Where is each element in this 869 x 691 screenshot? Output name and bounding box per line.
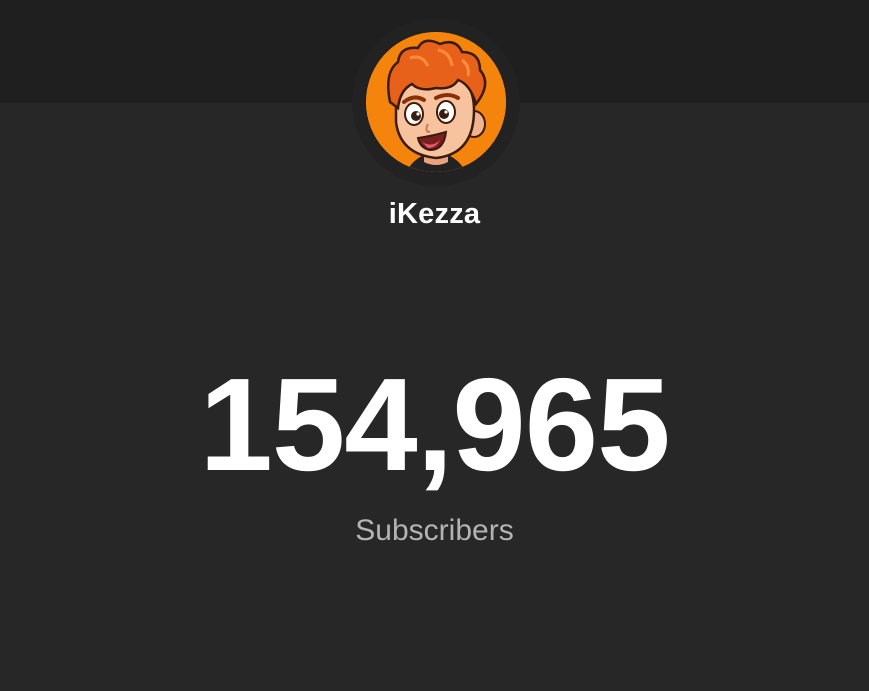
subscriber-label: Subscribers: [355, 514, 514, 547]
cartoon-boy-avatar-icon: [366, 32, 506, 172]
subscriber-count: 154,965: [199, 351, 670, 498]
subscriber-counter-page: iKezza 154,965 Subscribers: [0, 0, 869, 691]
channel-name[interactable]: iKezza: [0, 198, 869, 231]
channel-avatar[interactable]: [366, 32, 506, 172]
